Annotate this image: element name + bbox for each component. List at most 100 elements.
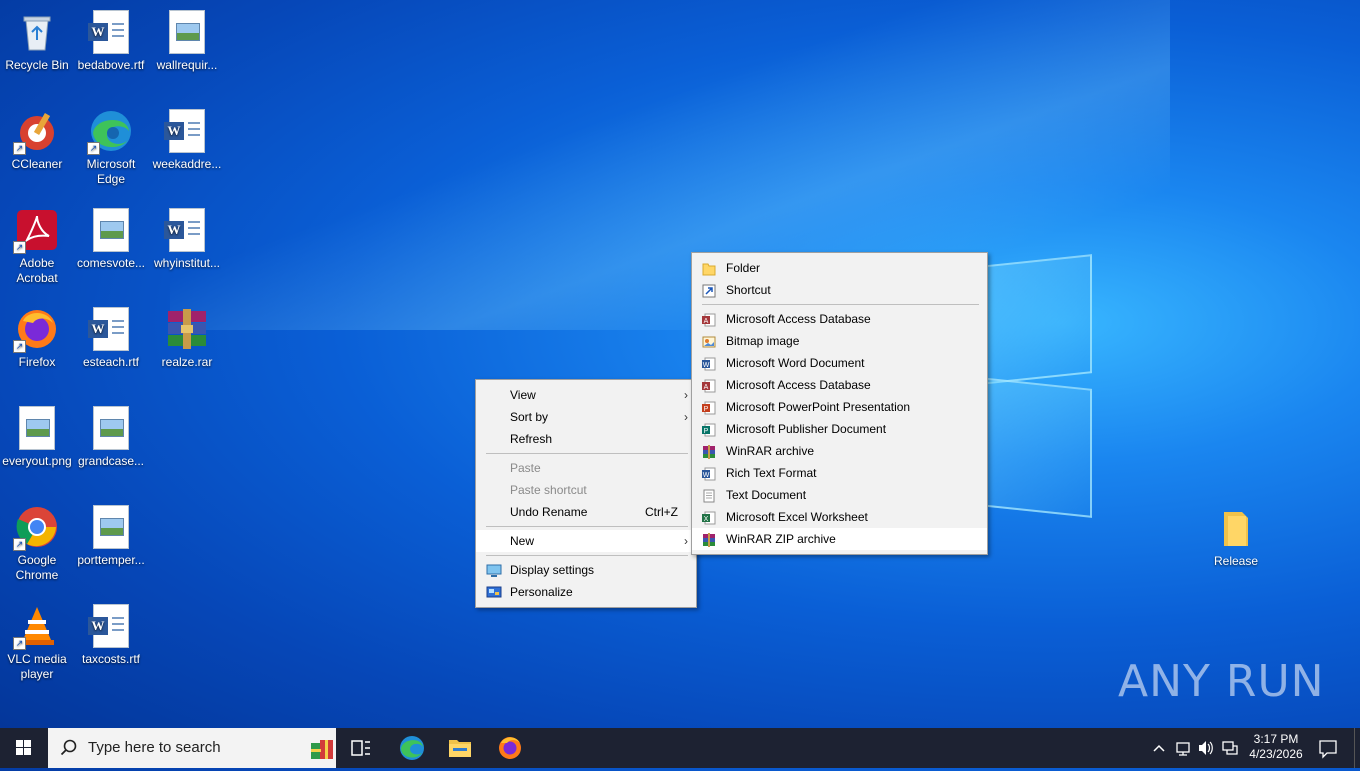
new-item-folder[interactable]: Folder <box>692 257 987 279</box>
desktop-icon-bedabove[interactable]: W bedabove.rtf <box>74 6 148 73</box>
display-settings-icon <box>486 563 502 577</box>
notification-center-button[interactable] <box>1316 728 1340 768</box>
winrar-icon <box>702 444 716 459</box>
new-item-shortcut[interactable]: Shortcut <box>692 279 987 301</box>
desktop-icon-label: everyout.png <box>2 454 72 468</box>
desktop-icon-wallrequir[interactable]: wallrequir... <box>150 6 224 73</box>
text-document-icon <box>702 488 716 503</box>
new-item-publisher-document[interactable]: P Microsoft Publisher Document <box>692 418 987 440</box>
desktop-icon-release[interactable]: Release <box>1199 502 1273 569</box>
new-item-powerpoint-presentation[interactable]: P Microsoft PowerPoint Presentation <box>692 396 987 418</box>
new-item-winrar-archive[interactable]: WinRAR archive <box>692 440 987 462</box>
ethernet-icon <box>1222 741 1238 755</box>
taskbar-file-explorer-button[interactable] <box>444 728 476 768</box>
taskbar-firefox-button[interactable] <box>494 728 526 768</box>
access-icon: A <box>702 312 716 327</box>
gifts-icon <box>311 740 333 759</box>
network-tray-icon-button[interactable] <box>1174 728 1192 768</box>
desktop-icon-realze[interactable]: realze.rar <box>150 303 224 370</box>
desktop-icon-firefox[interactable]: ↗ Firefox <box>0 303 74 370</box>
new-item-bitmap-image[interactable]: Bitmap image <box>692 330 987 352</box>
image-file-icon <box>89 208 133 252</box>
new-item-excel-worksheet[interactable]: X Microsoft Excel Worksheet <box>692 506 987 528</box>
excel-icon: X <box>702 510 716 525</box>
firefox-icon <box>499 737 521 759</box>
desktop-icon-label: taxcosts.rtf <box>81 652 140 666</box>
taskbar-search-box[interactable]: Type here to search <box>48 728 336 768</box>
task-view-button[interactable] <box>346 728 376 768</box>
new-item-winrar-zip-archive[interactable]: WinRAR ZIP archive <box>692 528 987 550</box>
svg-text:P: P <box>704 406 709 413</box>
show-desktop-button[interactable] <box>1354 728 1360 768</box>
chevron-right-icon: › <box>684 388 688 402</box>
desktop-icon-weekaddre[interactable]: W weekaddre... <box>150 105 224 172</box>
menu-separator <box>486 555 688 556</box>
desktop-icon-comesvote[interactable]: comesvote... <box>74 204 148 271</box>
task-view-icon <box>351 740 370 756</box>
desktop-icon-label: wallrequir... <box>156 58 218 72</box>
svg-text:W: W <box>703 472 710 479</box>
wallpaper-light-beam <box>170 0 1170 330</box>
desktop-icon-everyout[interactable]: everyout.png <box>0 402 74 469</box>
new-item-rich-text-format[interactable]: W Rich Text Format <box>692 462 987 484</box>
new-item-access-database-2[interactable]: A Microsoft Access Database <box>692 374 987 396</box>
winrar-icon <box>165 307 209 351</box>
desktop-icon-label: Google Chrome <box>15 553 59 582</box>
desktop-icon-porttemper[interactable]: porttemper... <box>74 501 148 568</box>
desktop-icon-label: weekaddre... <box>152 157 222 171</box>
desktop-icon-whyinstitut[interactable]: W whyinstitut... <box>150 204 224 271</box>
start-button[interactable] <box>0 728 48 768</box>
word-doc-icon: W <box>164 208 209 252</box>
firefox-icon: ↗ <box>13 307 59 353</box>
menu-item-view[interactable]: View › <box>476 384 696 406</box>
ccleaner-icon: ↗ <box>13 109 59 155</box>
desktop-icon-label: comesvote... <box>76 256 146 270</box>
desktop-icon-google-chrome[interactable]: ↗ Google Chrome <box>0 501 74 583</box>
desktop-icon-adobe-acrobat[interactable]: ↗ Adobe Acrobat <box>0 204 74 286</box>
chrome-icon: ↗ <box>13 505 59 551</box>
windows-start-icon <box>16 740 31 755</box>
word-icon: W <box>702 356 716 371</box>
desktop-icon-ccleaner[interactable]: ↗ CCleaner <box>0 105 74 172</box>
new-item-word-document[interactable]: W Microsoft Word Document <box>692 352 987 374</box>
anyrun-watermark: ANY RUN <box>1118 656 1325 707</box>
acrobat-icon: ↗ <box>13 208 59 254</box>
new-item-text-document[interactable]: Text Document <box>692 484 987 506</box>
desktop-icon-label: whyinstitut... <box>153 256 221 270</box>
image-file-icon <box>89 406 133 450</box>
desktop-icon-label: Adobe Acrobat <box>16 256 58 285</box>
menu-item-paste: Paste <box>510 461 541 475</box>
network-icon <box>1176 742 1190 756</box>
wordpad-icon: W <box>702 466 716 481</box>
volume-button[interactable] <box>1197 728 1215 768</box>
taskbar-edge-button[interactable] <box>396 728 428 768</box>
menu-item-refresh[interactable]: Refresh <box>476 428 696 450</box>
svg-text:W: W <box>703 362 710 369</box>
desktop-icon-label: Recycle Bin <box>5 58 69 72</box>
menu-item-undo-rename[interactable]: Undo Rename Ctrl+Z <box>476 501 696 523</box>
desktop-icon-vlc[interactable]: ↗ VLC media player <box>0 600 74 682</box>
desktop-context-menu: View › Sort by › Refresh Paste Paste short… <box>475 379 697 608</box>
svg-text:A: A <box>704 384 709 391</box>
clock-button[interactable]: 3:17 PM 4/23/2026 <box>1244 728 1308 768</box>
shortcut-icon <box>702 283 716 298</box>
new-item-access-database[interactable]: A Microsoft Access Database <box>692 308 987 330</box>
desktop-icon-grandcase[interactable]: grandcase... <box>74 402 148 469</box>
desktop-icon-label: porttemper... <box>77 553 145 567</box>
publisher-icon: P <box>702 422 716 437</box>
menu-item-personalize[interactable]: Personalize <box>476 581 696 603</box>
access-icon: A <box>702 378 716 393</box>
desktop-icon-recycle-bin[interactable]: Recycle Bin <box>0 6 74 73</box>
menu-item-sort-by[interactable]: Sort by › <box>476 406 696 428</box>
desktop-icon-esteach[interactable]: W esteach.rtf <box>74 303 148 370</box>
desktop-icon-microsoft-edge[interactable]: ↗ Microsoft Edge <box>74 105 148 187</box>
menu-item-new[interactable]: New › <box>476 530 696 552</box>
desktop-icon-label: VLC media player <box>7 652 67 681</box>
desktop-icon-taxcosts[interactable]: W taxcosts.rtf <box>74 600 148 667</box>
menu-item-display-settings[interactable]: Display settings <box>476 559 696 581</box>
clock-date: 4/23/2026 <box>1249 747 1303 761</box>
language-network-button[interactable] <box>1221 728 1239 768</box>
desktop-icon-label: Release <box>1213 554 1259 568</box>
svg-text:X: X <box>704 516 709 523</box>
show-hidden-icons-button[interactable] <box>1150 728 1168 768</box>
